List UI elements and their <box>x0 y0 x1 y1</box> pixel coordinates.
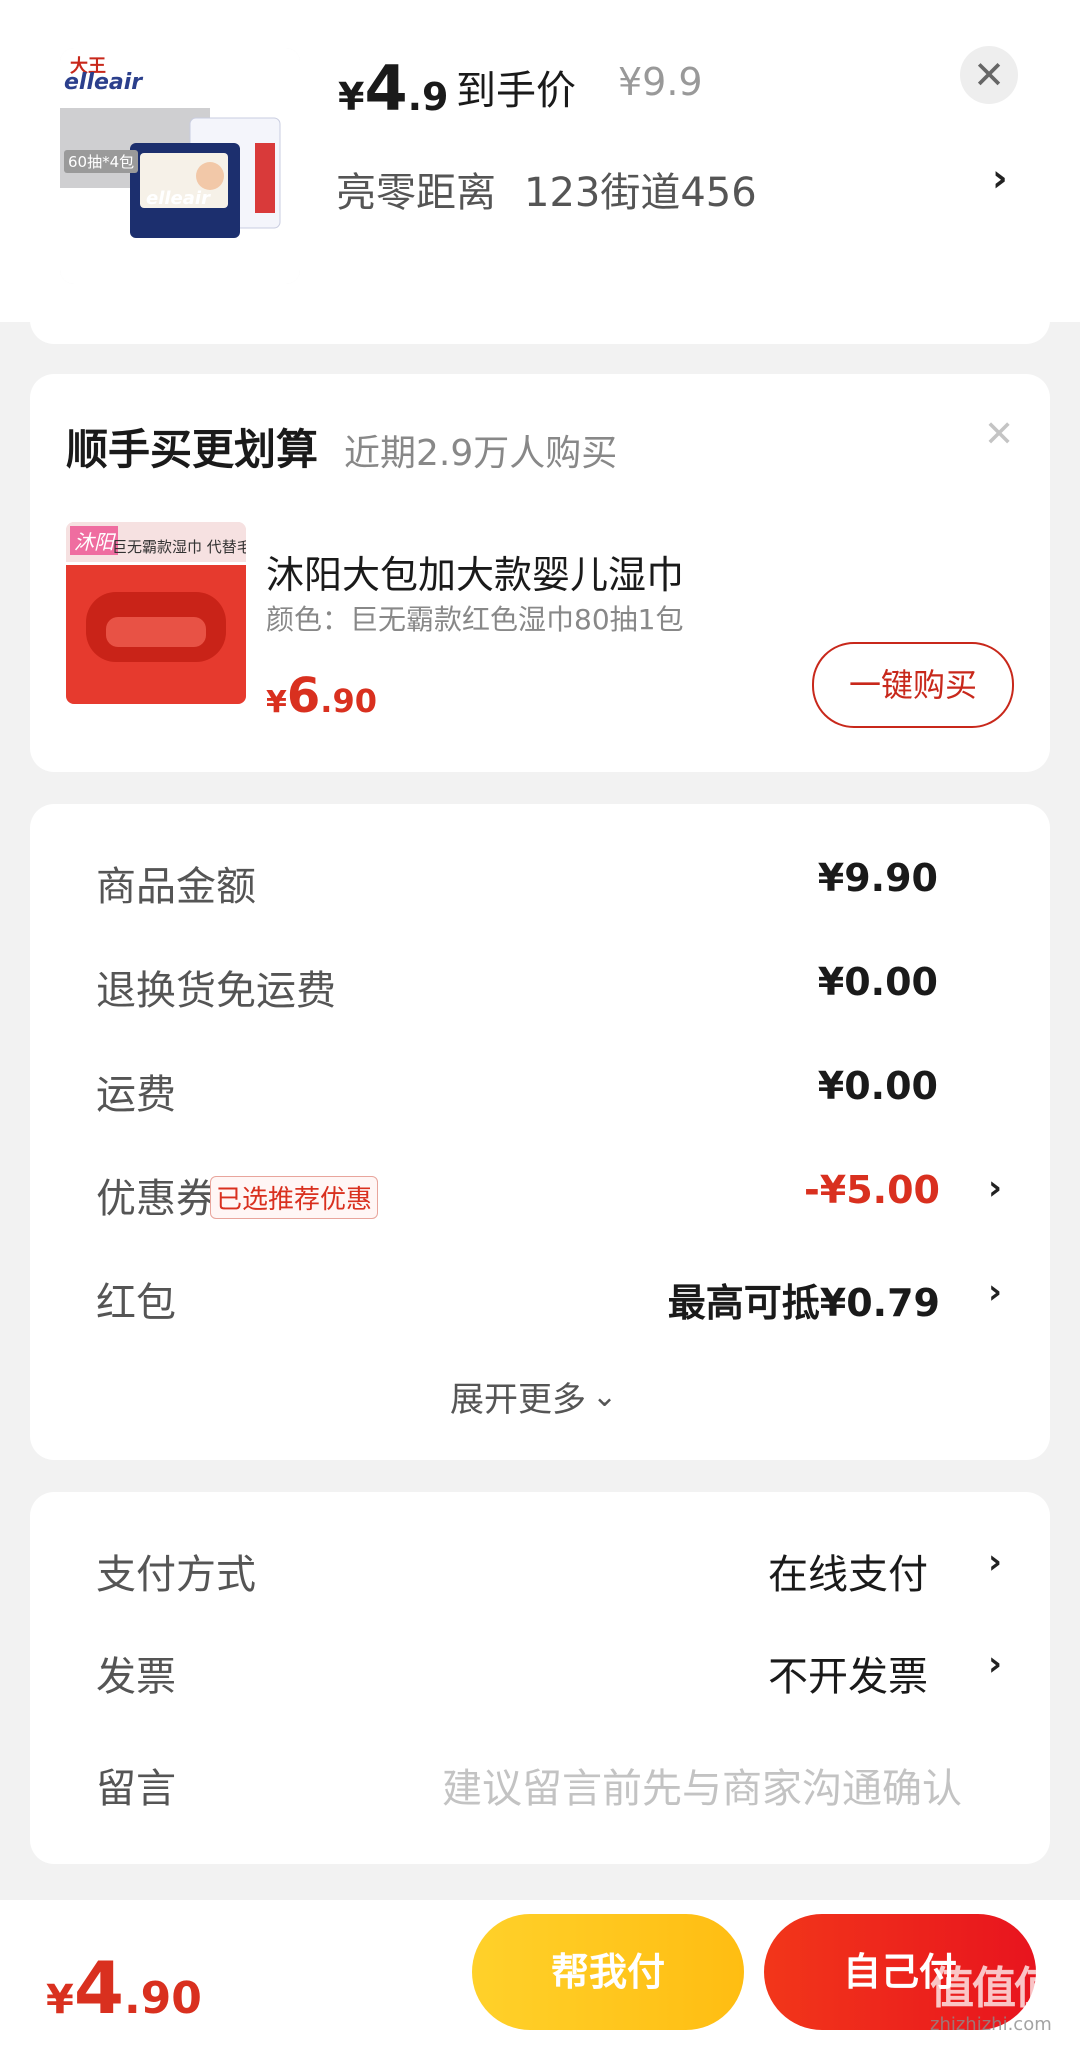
total-price-symbol: ¥ <box>46 1977 74 2023</box>
summary-value: ¥0.00 <box>817 1064 938 1108</box>
chevron-right-icon: › <box>987 1644 1002 1684</box>
summary-label: 运费 <box>96 1072 176 1118</box>
brand-logo-box: elleair <box>146 188 210 209</box>
address-row[interactable]: 亮零距离 123街道456 › <box>336 156 1036 216</box>
upsell-price-integer: 6 <box>286 668 321 724</box>
upsell-close-icon[interactable]: ✕ <box>984 414 1014 455</box>
payment-label: 支付方式 <box>96 1552 256 1598</box>
invoice-row[interactable]: 发票 不开发票 › <box>30 1630 1050 1714</box>
watermark-logo: 值值值 <box>930 1963 1058 2014</box>
summary-row-shipping: 运费 ¥0.00 <box>30 1052 1050 1132</box>
message-label: 留言 <box>96 1766 176 1812</box>
chevron-right-icon: › <box>987 1272 1002 1312</box>
wipes-logo: 沐阳 <box>70 526 118 555</box>
close-icon[interactable]: ✕ <box>960 46 1018 104</box>
summary-label: 退换货免运费 <box>96 968 336 1014</box>
chevron-down-icon: ⌄ <box>592 1378 618 1414</box>
chevron-right-icon: › <box>992 156 1008 200</box>
upsell-product-spec: 颜色：巨无霸款红色湿巾80抽1包 <box>266 603 684 636</box>
wipes-banner: 巨无霸款湿巾 代替毛巾 <box>112 538 246 556</box>
summary-value: ¥9.90 <box>817 856 938 900</box>
message-row[interactable]: 留言 建议留言前先与商家沟通确认 <box>30 1742 1050 1826</box>
summary-label: 优惠券 <box>96 1176 216 1222</box>
summary-value: ¥0.00 <box>817 960 938 1004</box>
help-me-pay-button[interactable]: 帮我付 <box>472 1914 744 2030</box>
payment-method-row[interactable]: 支付方式 在线支付 › <box>30 1528 1050 1612</box>
price-symbol: ¥ <box>338 75 365 119</box>
chevron-right-icon: › <box>987 1542 1002 1582</box>
original-price: ¥9.9 <box>618 60 703 104</box>
upsell-price-symbol: ¥ <box>266 685 287 720</box>
summary-row-goods: 商品金额 ¥9.90 <box>30 844 1050 924</box>
address-name: 亮零距离 <box>336 170 496 216</box>
final-price: ¥ 4 .9 <box>338 52 448 125</box>
coupon-badge: 已选推荐优惠 <box>210 1176 379 1219</box>
address-detail: 123街道456 <box>524 170 757 216</box>
brand-logo: elleair <box>64 70 143 95</box>
summary-row-coupon[interactable]: 优惠券 已选推荐优惠 -¥5.00 › <box>30 1156 1050 1236</box>
message-input[interactable]: 建议留言前先与商家沟通确认 <box>442 1756 962 1814</box>
upsell-price-decimal: .90 <box>320 682 377 720</box>
redpacket-value: 最高可抵¥0.79 <box>667 1281 940 1325</box>
summary-row-return-shipping: 退换货免运费 ¥0.00 <box>30 948 1050 1028</box>
price-integer: 4 <box>364 52 408 125</box>
one-click-buy-button[interactable]: 一键购买 <box>812 642 1014 728</box>
coupon-value: -¥5.00 <box>804 1168 940 1212</box>
total-price-integer: 4 <box>73 1946 124 2030</box>
summary-row-redpacket[interactable]: 红包 最高可抵¥0.79 › <box>30 1260 1050 1340</box>
chevron-right-icon: › <box>987 1168 1002 1208</box>
payment-method-value: 在线支付 <box>768 1552 928 1598</box>
invoice-value: 不开发票 <box>768 1654 928 1700</box>
total-price-decimal: .90 <box>123 1973 202 2024</box>
total-price: ¥ 4 .90 <box>46 1946 202 2030</box>
expand-more-label: 展开更多 <box>450 1379 586 1420</box>
summary-label: 商品金额 <box>96 864 256 910</box>
header-card-edge <box>30 300 1050 344</box>
upsell-title: 顺手买更划算 <box>66 425 319 474</box>
upsell-subtitle: 近期2.9万人购买 <box>344 433 618 474</box>
product-thumbnail[interactable]: 大王 elleair 60抽*4包 elleair <box>60 48 300 284</box>
upsell-price: ¥ 6 .90 <box>266 668 377 724</box>
price-label: 到手价 <box>456 68 576 114</box>
invoice-label: 发票 <box>96 1654 176 1700</box>
expand-more-button[interactable]: 展开更多 ⌄ <box>450 1372 617 1420</box>
summary-label: 红包 <box>96 1280 176 1326</box>
upsell-product-name[interactable]: 沐阳大包加大款婴儿湿巾 <box>266 544 684 599</box>
price-decimal: .9 <box>407 75 449 119</box>
watermark-url: zhizhizhi.com <box>930 2014 1052 2035</box>
pack-label: 60抽*4包 <box>64 150 139 173</box>
upsell-product-image[interactable]: 沐阳 巨无霸款湿巾 代替毛巾 <box>66 522 246 704</box>
